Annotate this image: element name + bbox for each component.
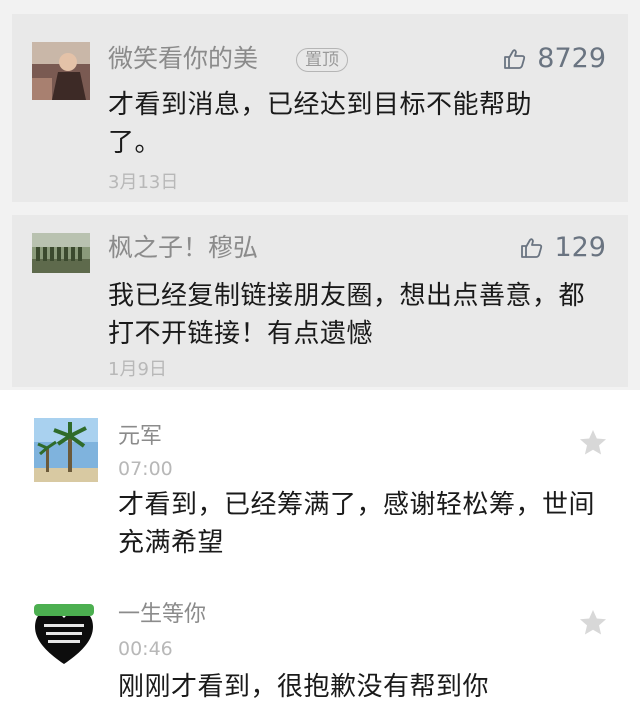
avatar[interactable] xyxy=(34,418,98,482)
pinned-comment-card: 微笑看你的美 置顶 8729 才看到消息，已经达到目标不能帮助了。 3月13日 xyxy=(12,14,628,202)
commenter-name[interactable]: 微笑看你的美 xyxy=(108,44,258,74)
comment-text: 我已经复制链接朋友圈，想出点善意，都打不开链接！有点遗憾 xyxy=(108,281,586,349)
like-count: 8729 xyxy=(537,43,606,74)
comment-text: 才看到消息，已经达到目标不能帮助了。 xyxy=(108,90,533,158)
thumbs-up-icon xyxy=(503,47,527,71)
star-icon[interactable] xyxy=(578,428,608,458)
pinned-comment-card: 枫之子！穆弘 129 我已经复制链接朋友圈，想出点善意，都打不开链接！有点遗憾 … xyxy=(12,215,628,387)
like-button[interactable]: 129 xyxy=(520,233,606,263)
commenter-name[interactable]: 一生等你 xyxy=(118,600,206,630)
comments-page: 微笑看你的美 置顶 8729 才看到消息，已经达到目标不能帮助了。 3月13日 xyxy=(0,0,640,723)
comment-list: 元军 07:00 才看到，已经筹满了，感谢轻松筹，世间充满希望 一生等你 00:… xyxy=(0,390,640,723)
comment-text: 才看到，已经筹满了，感谢轻松筹，世间充满希望 xyxy=(118,490,596,558)
commenter-name[interactable]: 枫之子！穆弘 xyxy=(108,233,258,263)
avatar[interactable] xyxy=(30,600,98,668)
comment-date: 3月13日 xyxy=(108,172,179,193)
commenter-name[interactable]: 元军 xyxy=(118,422,162,452)
avatar[interactable] xyxy=(32,42,90,100)
pinned-badge: 置顶 xyxy=(296,48,348,72)
comment-time: 07:00 xyxy=(118,458,173,480)
comment-time: 00:46 xyxy=(118,638,173,660)
like-count: 129 xyxy=(554,232,606,263)
like-button[interactable]: 8729 xyxy=(503,44,606,74)
comment-text: 刚刚才看到，很抱歉没有帮到你 xyxy=(118,672,490,702)
avatar[interactable] xyxy=(32,233,90,273)
star-icon[interactable] xyxy=(578,608,608,638)
thumbs-up-icon xyxy=(520,236,544,260)
comment-date: 1月9日 xyxy=(108,359,167,380)
